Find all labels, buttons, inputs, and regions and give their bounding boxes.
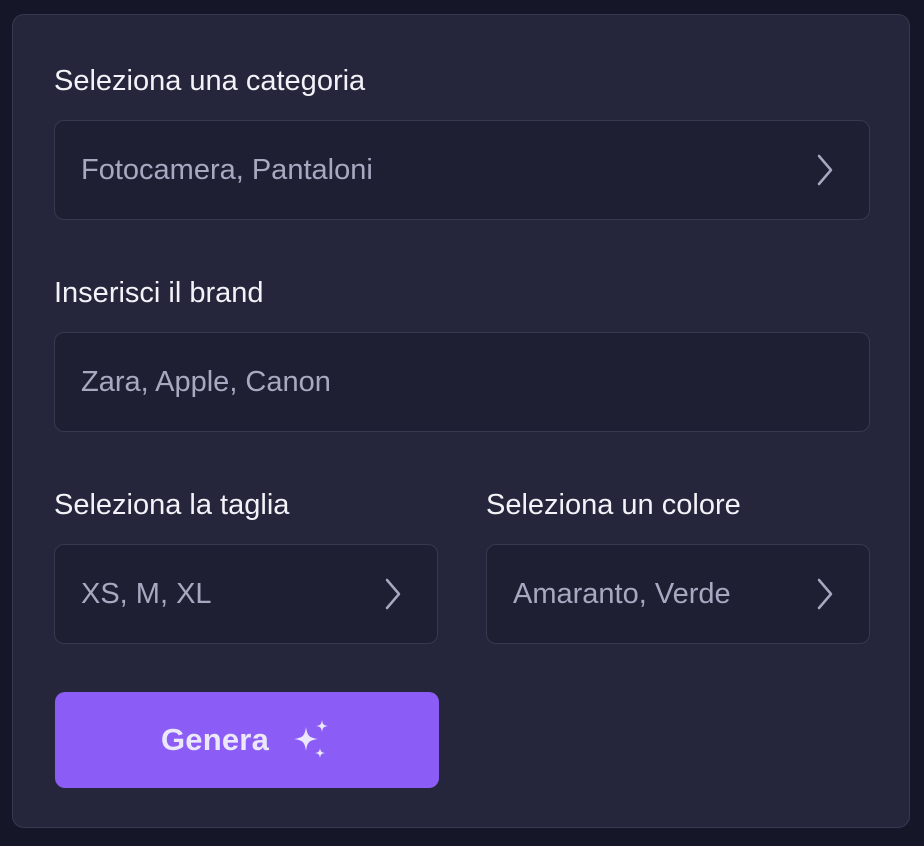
chevron-right-icon xyxy=(385,578,401,610)
sparkles-icon xyxy=(294,720,329,758)
brand-placeholder: Zara, Apple, Canon xyxy=(81,365,331,398)
generate-button-label: Genera xyxy=(160,722,270,757)
size-select[interactable]: XS, M, XL xyxy=(54,544,438,644)
brand-label: Inserisci il brand xyxy=(54,277,264,309)
color-label: Seleziona un colore xyxy=(486,489,741,521)
category-placeholder: Fotocamera, Pantaloni xyxy=(81,153,373,186)
chevron-right-icon xyxy=(817,578,833,610)
size-label: Seleziona la taglia xyxy=(54,489,290,521)
generate-button[interactable]: Genera xyxy=(55,692,439,788)
brand-input[interactable]: Zara, Apple, Canon xyxy=(54,332,870,432)
product-form-card: Seleziona una categoria Fotocamera, Pant… xyxy=(12,14,910,828)
color-placeholder: Amaranto, Verde xyxy=(513,577,731,610)
chevron-right-icon xyxy=(817,154,833,186)
category-label: Seleziona una categoria xyxy=(54,65,366,97)
color-select[interactable]: Amaranto, Verde xyxy=(486,544,870,644)
category-select[interactable]: Fotocamera, Pantaloni xyxy=(54,120,870,220)
size-placeholder: XS, M, XL xyxy=(81,577,212,610)
